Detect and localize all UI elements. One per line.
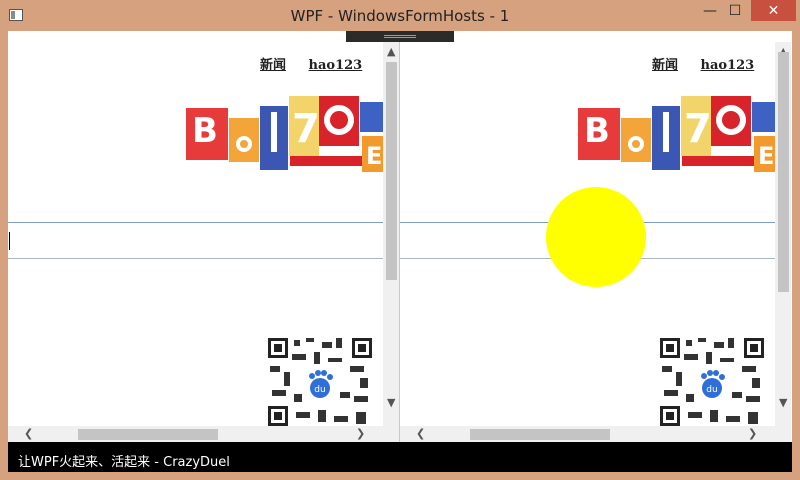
scroll-left-icon[interactable]: ❮ [24, 428, 33, 439]
qr-code-icon: du [654, 332, 772, 426]
qr-code-icon: du [262, 332, 380, 426]
baidu-logo[interactable]: B 7 E [186, 92, 383, 172]
scroll-up-icon[interactable]: ▲ [387, 46, 395, 57]
close-button[interactable]: ✕ [751, 0, 796, 21]
left-browser-host: 新闻 hao123 地 B 7 [8, 42, 399, 442]
yellow-circle-overlay [546, 187, 646, 287]
scroll-down-icon[interactable]: ▼ [779, 397, 787, 408]
horizontal-scrollbar[interactable]: ❮ ❯ [400, 426, 775, 442]
scroll-right-icon[interactable]: ❯ [748, 428, 757, 439]
right-web-content[interactable]: 新闻 hao123 地 B 7 [400, 42, 775, 426]
qr-badge-text: du [706, 385, 717, 395]
right-browser-host: 新闻 hao123 地 B 7 [400, 42, 791, 442]
maximize-button[interactable]: ☐ [720, 0, 750, 21]
scroll-right-icon[interactable]: ❯ [356, 428, 365, 439]
nav-link-news[interactable]: 新闻 [652, 58, 678, 73]
window-title: WPF - WindowsFormHosts - 1 [290, 7, 510, 25]
svg-text:7: 7 [684, 106, 712, 152]
title-bar[interactable]: WPF - WindowsFormHosts - 1 — ☐ ✕ [0, 0, 800, 31]
client-area: 新闻 hao123 地 B 7 [8, 31, 792, 472]
input-border-top [8, 222, 383, 223]
vertical-scroll-thumb[interactable] [386, 62, 397, 280]
status-bar: 让WPF火起来、活起来 - CrazyDuel [8, 442, 792, 472]
vertical-scrollbar[interactable]: ▲ ▼ [383, 42, 399, 426]
scroll-down-icon[interactable]: ▼ [387, 397, 395, 408]
svg-text:7: 7 [292, 106, 320, 152]
scroll-corner [775, 426, 791, 442]
qr-badge-text: du [314, 385, 325, 395]
scroll-corner [383, 426, 399, 442]
svg-text:E: E [758, 142, 774, 170]
input-border-bottom [8, 258, 383, 259]
svg-text:B: B [192, 111, 218, 151]
horizontal-scroll-thumb[interactable] [78, 429, 218, 440]
baidu-logo[interactable]: B 7 E [578, 92, 775, 172]
vertical-scroll-thumb[interactable] [778, 52, 789, 292]
horizontal-scroll-thumb[interactable] [470, 429, 610, 440]
text-caret [9, 232, 10, 250]
nav-link-hao123[interactable]: hao123 [309, 58, 363, 73]
nav-links: 新闻 hao123 地 [260, 54, 383, 73]
vertical-scrollbar[interactable]: ▲ ▼ [775, 42, 791, 426]
app-window: WPF - WindowsFormHosts - 1 — ☐ ✕ 新闻 hao1… [0, 0, 800, 480]
splitter-grip[interactable] [346, 31, 454, 42]
nav-links: 新闻 hao123 地 [652, 54, 775, 73]
scroll-left-icon[interactable]: ❮ [416, 428, 425, 439]
svg-text:B: B [584, 111, 610, 151]
svg-text:E: E [366, 142, 382, 170]
left-web-content[interactable]: 新闻 hao123 地 B 7 [8, 42, 383, 426]
nav-link-hao123[interactable]: hao123 [701, 58, 755, 73]
horizontal-scrollbar[interactable]: ❮ ❯ [8, 426, 383, 442]
nav-link-news[interactable]: 新闻 [260, 58, 286, 73]
